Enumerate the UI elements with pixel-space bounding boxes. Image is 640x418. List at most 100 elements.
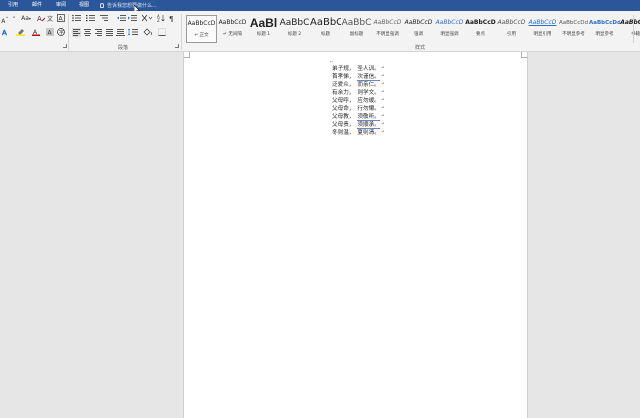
bullets-icon xyxy=(72,14,81,22)
style-item[interactable]: AaBbCcDd 明显参考 xyxy=(589,15,620,43)
text-effects-icon: A xyxy=(2,29,7,36)
tab-view[interactable]: 视图 xyxy=(79,0,89,11)
tab-mailings[interactable]: 邮件 xyxy=(32,0,42,11)
align-left-button[interactable] xyxy=(72,28,81,37)
decrease-indent-button[interactable] xyxy=(117,14,126,23)
paragraph-mark: ↵ xyxy=(380,129,385,135)
char-shading-icon: A xyxy=(46,28,54,36)
justify-button[interactable] xyxy=(105,28,114,37)
char-shading-button[interactable]: A xyxy=(46,28,54,37)
svg-text:文: 文 xyxy=(47,15,53,22)
char-border-icon: A xyxy=(57,14,65,22)
style-preview: AaBbCcD xyxy=(497,19,526,26)
style-item[interactable]: AaBbC 副标题 xyxy=(341,15,372,43)
style-item[interactable]: AaBbCcD 引用 xyxy=(496,15,527,43)
paragraph-mark: ↵ xyxy=(380,113,385,119)
style-item[interactable]: AaBbCcD 明显强调 xyxy=(434,15,465,43)
style-name: 明显参考 xyxy=(595,32,614,37)
style-item[interactable]: AaBbCcD 不明显强调 xyxy=(372,15,403,43)
style-item[interactable]: AaBbCcD 强调 xyxy=(403,15,434,43)
text-line[interactable]: 泛爱众， 而亲仁。 ↵ xyxy=(332,80,412,89)
line-spacing-button[interactable] xyxy=(128,28,139,37)
show-marks-button[interactable]: ¶ xyxy=(168,14,176,23)
increase-indent-icon xyxy=(128,15,137,21)
text-line[interactable]: 父母责， 须顺承。 ↵ xyxy=(332,120,412,129)
enclose-char-button[interactable]: 字 xyxy=(57,28,65,37)
style-name: 标题 xyxy=(321,32,330,37)
char-border-button[interactable]: A xyxy=(57,14,65,23)
svg-text:A: A xyxy=(59,16,64,23)
tell-me-text: 告诉我您想要做什么... xyxy=(107,3,157,9)
increase-indent-button[interactable] xyxy=(128,14,137,23)
phrase-first: 有余力， xyxy=(332,90,355,96)
style-item[interactable]: AaBl 标题 1 xyxy=(248,15,279,43)
font-color-icon: A xyxy=(32,29,40,36)
styles-group-label: 样式 xyxy=(415,45,426,51)
text-line[interactable]: 有余力， 则学文。 ↵ xyxy=(332,88,412,97)
bullets-button[interactable] xyxy=(72,14,84,23)
svg-text:A: A xyxy=(2,29,7,36)
grow-font-button[interactable]: A^ xyxy=(0,14,10,25)
paragraph-mark: ↵ xyxy=(380,81,385,87)
align-center-button[interactable] xyxy=(83,28,92,37)
phrase-second: 应勿缓。 xyxy=(357,98,380,104)
sort-icon: AZ xyxy=(157,14,165,22)
phrase-first: 首孝悌， xyxy=(332,74,355,80)
paragraph-dialog-launcher[interactable] xyxy=(175,44,179,48)
document-page[interactable]: ↵ 弟子规， 圣人训。 ↵ 首孝悌， 次谨信。 ↵ 泛爱众， 而亲仁。 ↵ 有余力， 则学文。 ↵ 父母… xyxy=(183,52,528,418)
highlight-button[interactable] xyxy=(16,28,28,37)
tab-references[interactable]: 引用 xyxy=(8,0,18,11)
style-name: 标题 2 xyxy=(287,32,302,37)
justify-icon xyxy=(106,29,113,36)
chinese-layout-button[interactable] xyxy=(142,14,154,23)
style-name: 要点 xyxy=(476,32,485,37)
clear-formatting-button[interactable]: A xyxy=(37,14,45,23)
grow-font-icon: A^ xyxy=(1,16,9,25)
text-line[interactable]: 首孝悌， 次谨信。 ↵ xyxy=(332,72,412,81)
style-preview: AaBbC xyxy=(310,17,341,28)
text-effects-button[interactable]: A xyxy=(2,28,12,37)
svg-text:A: A xyxy=(37,15,42,22)
numbering-button[interactable] xyxy=(86,14,98,23)
style-item[interactable]: AaBbC 标题 2 xyxy=(279,15,310,43)
style-preview: AaBbCcD xyxy=(187,20,216,27)
svg-text:字: 字 xyxy=(59,29,64,36)
style-item[interactable]: AaBbCcD 明显引用 xyxy=(527,15,558,43)
font-dialog-launcher[interactable] xyxy=(63,44,67,48)
sort-button[interactable]: AZ xyxy=(157,14,165,23)
change-case-button[interactable]: Aa▾ xyxy=(20,14,32,23)
document-text[interactable]: 弟子规， 圣人训。 ↵ 首孝悌， 次谨信。 ↵ 泛爱众， 而亲仁。 ↵ 有余力， 则学文。 ↵ 父母呼，… xyxy=(332,64,412,137)
style-item[interactable]: AaBbCcD 要点 xyxy=(465,15,496,43)
ribbon: A^ ᴬ Aa▾ A 文 A A A A 字 A Z ¶ 段落 AaBbCcD … xyxy=(0,11,640,52)
ribbon-tab-bar: 引用 邮件 审阅 视图 告诉我您想要做什么... xyxy=(0,0,640,11)
tab-review[interactable]: 审阅 xyxy=(56,0,66,11)
text-line[interactable]: 冬则温， 夏则凊。 ↵ xyxy=(332,128,412,137)
style-preview: AaBbCcDd xyxy=(559,20,588,26)
style-item[interactable]: AaBbCcD ↵ 正文 xyxy=(186,15,217,43)
borders-button[interactable] xyxy=(158,28,169,37)
phonetic-guide-button[interactable]: 文 xyxy=(47,14,55,23)
svg-text:Z: Z xyxy=(157,18,160,22)
svg-text:¶: ¶ xyxy=(169,15,173,22)
style-item[interactable]: AaBbCcD ↵ 无间隔 xyxy=(217,15,248,43)
numbering-icon xyxy=(86,15,95,22)
chinese-layout-icon xyxy=(142,14,153,22)
tell-me-box[interactable]: 告诉我您想要做什么... xyxy=(100,0,157,11)
style-name: 副标题 xyxy=(349,32,364,37)
distributed-button[interactable] xyxy=(116,28,125,37)
style-name: 不明显强调 xyxy=(376,32,399,37)
multilevel-list-button[interactable] xyxy=(100,14,112,23)
font-color-button[interactable]: A xyxy=(32,28,42,37)
text-line[interactable]: 父母呼， 应勿缓。 ↵ xyxy=(332,96,412,105)
enclose-char-icon: 字 xyxy=(57,28,65,36)
paint-bucket-icon xyxy=(143,28,152,36)
gallery-scroll[interactable] xyxy=(633,15,640,43)
shading-button[interactable] xyxy=(143,28,154,37)
paragraph-mark: ↵ xyxy=(380,89,385,95)
phrase-second: 而亲仁。 xyxy=(357,82,380,88)
style-item[interactable]: AaBbC 标题 xyxy=(310,15,341,43)
shrink-font-button[interactable]: ᴬ xyxy=(12,14,16,23)
align-right-icon xyxy=(95,29,102,36)
align-right-button[interactable] xyxy=(94,28,103,37)
style-item[interactable]: AaBbCcDd 不明显参考 xyxy=(558,15,589,43)
